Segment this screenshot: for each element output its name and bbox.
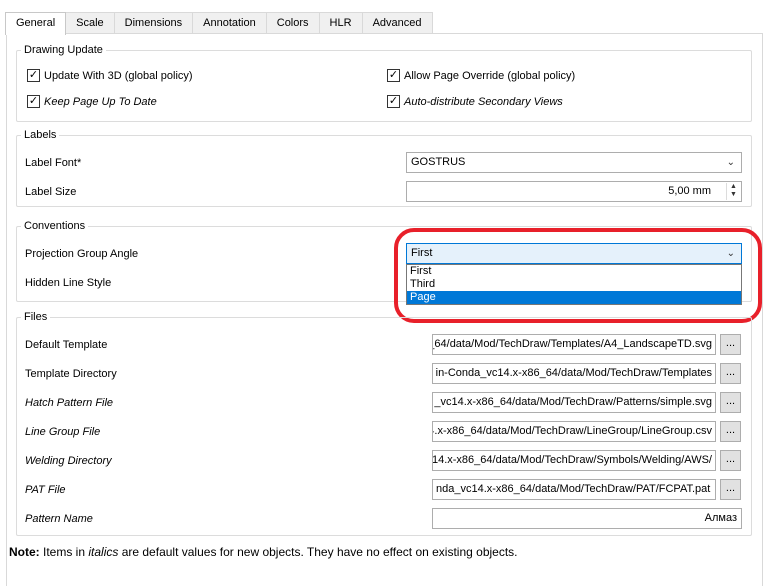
- drawing-update-group: Drawing Update: [16, 43, 752, 122]
- checkmark-icon: ✓: [387, 69, 400, 82]
- spin-down-icon[interactable]: ▼: [727, 191, 740, 199]
- hatch-pattern-browse-button[interactable]: ...: [720, 392, 741, 413]
- template-directory-browse-button[interactable]: ...: [720, 363, 741, 384]
- note-suffix: are default values for new objects. They…: [118, 545, 518, 559]
- highlight-ring: [394, 228, 762, 323]
- welding-directory-browse-button[interactable]: ...: [720, 450, 741, 471]
- allow-page-override-checkbox[interactable]: ✓ Allow Page Override (global policy): [387, 69, 575, 82]
- label-size-spinbox[interactable]: 5,00 mm ▲ ▼: [406, 181, 742, 202]
- line-group-file-value: 4.x-x86_64/data/Mod/TechDraw/LineGroup/L…: [432, 425, 712, 437]
- labels-title: Labels: [21, 128, 60, 142]
- allow-page-override-label: Allow Page Override (global policy): [404, 69, 576, 82]
- template-directory-input[interactable]: in-Conda_vc14.x-x86_64/data/Mod/TechDraw…: [432, 363, 716, 384]
- checkmark-icon: ✓: [27, 69, 40, 82]
- tab-dimensions[interactable]: Dimensions: [113, 12, 194, 34]
- note-prefix: Items in: [39, 545, 89, 559]
- note-italic: italics: [88, 545, 119, 559]
- chevron-down-icon: ⌄: [726, 157, 735, 168]
- tab-annotation[interactable]: Annotation: [192, 12, 267, 34]
- checkmark-icon: ✓: [27, 95, 40, 108]
- tab-scale[interactable]: Scale: [65, 12, 115, 34]
- label-font-label: Label Font*: [25, 157, 82, 169]
- update-with-3d-checkbox[interactable]: ✓ Update With 3D (global policy): [27, 69, 193, 82]
- pattern-name-label: Pattern Name: [25, 513, 93, 525]
- hatch-pattern-file-label: Hatch Pattern File: [25, 397, 114, 409]
- note-bold: Note:: [9, 545, 40, 559]
- hatch-pattern-file-input[interactable]: _vc14.x-x86_64/data/Mod/TechDraw/Pattern…: [432, 392, 716, 413]
- default-template-input[interactable]: _64/data/Mod/TechDraw/Templates/A4_Lands…: [432, 334, 716, 355]
- label-font-value: GOSTRUS: [411, 156, 466, 168]
- keep-page-up-to-date-checkbox[interactable]: ✓ Keep Page Up To Date: [27, 95, 157, 108]
- line-group-browse-button[interactable]: ...: [720, 421, 741, 442]
- template-directory-label: Template Directory: [25, 368, 117, 380]
- pat-file-value: nda_vc14.x-x86_64/data/Mod/TechDraw/PAT/…: [436, 483, 711, 495]
- default-template-label: Default Template: [25, 339, 108, 351]
- projection-group-angle-label: Projection Group Angle: [25, 248, 139, 260]
- tab-advanced[interactable]: Advanced: [361, 12, 433, 34]
- pat-file-input[interactable]: nda_vc14.x-x86_64/data/Mod/TechDraw/PAT/…: [432, 479, 716, 500]
- hidden-line-style-label: Hidden Line Style: [25, 277, 112, 289]
- template-directory-value: in-Conda_vc14.x-x86_64/data/Mod/TechDraw…: [435, 367, 712, 379]
- pat-file-browse-button[interactable]: ...: [720, 479, 741, 500]
- pat-file-label: PAT File: [25, 484, 66, 496]
- label-size-value: 5,00 mm: [668, 185, 711, 197]
- tab-general[interactable]: General: [5, 12, 67, 35]
- line-group-file-label: Line Group File: [25, 426, 101, 438]
- default-template-browse-button[interactable]: ...: [720, 334, 741, 355]
- spin-up-icon[interactable]: ▲: [727, 183, 740, 191]
- checkmark-icon: ✓: [387, 95, 400, 108]
- files-title: Files: [21, 310, 51, 324]
- spin-buttons[interactable]: ▲ ▼: [726, 183, 740, 200]
- label-size-label: Label Size: [25, 186, 77, 198]
- keep-page-up-to-date-label: Keep Page Up To Date: [44, 95, 157, 108]
- tab-hlr[interactable]: HLR: [318, 12, 363, 34]
- auto-distribute-checkbox[interactable]: ✓ Auto-distribute Secondary Views: [387, 95, 563, 108]
- auto-distribute-label: Auto-distribute Secondary Views: [404, 95, 563, 108]
- label-font-combo[interactable]: GOSTRUS ⌄: [406, 152, 742, 173]
- conventions-title: Conventions: [21, 219, 89, 233]
- line-group-file-input[interactable]: 4.x-x86_64/data/Mod/TechDraw/LineGroup/L…: [432, 421, 716, 442]
- update-with-3d-label: Update With 3D (global policy): [44, 69, 193, 82]
- pattern-name-input[interactable]: Алмаз: [432, 508, 742, 529]
- tab-bar: General Scale Dimensions Annotation Colo…: [5, 12, 433, 35]
- welding-directory-input[interactable]: 14.x-x86_64/data/Mod/TechDraw/Symbols/We…: [432, 450, 716, 471]
- note-text: Note: Items in italics are default value…: [9, 545, 518, 559]
- drawing-update-title: Drawing Update: [21, 43, 106, 57]
- default-template-value: _64/data/Mod/TechDraw/Templates/A4_Lands…: [432, 338, 712, 350]
- tab-colors[interactable]: Colors: [265, 12, 320, 34]
- welding-directory-label: Welding Directory: [25, 455, 112, 467]
- welding-directory-value: 14.x-x86_64/data/Mod/TechDraw/Symbols/We…: [432, 454, 712, 466]
- hatch-pattern-file-value: _vc14.x-x86_64/data/Mod/TechDraw/Pattern…: [434, 396, 712, 408]
